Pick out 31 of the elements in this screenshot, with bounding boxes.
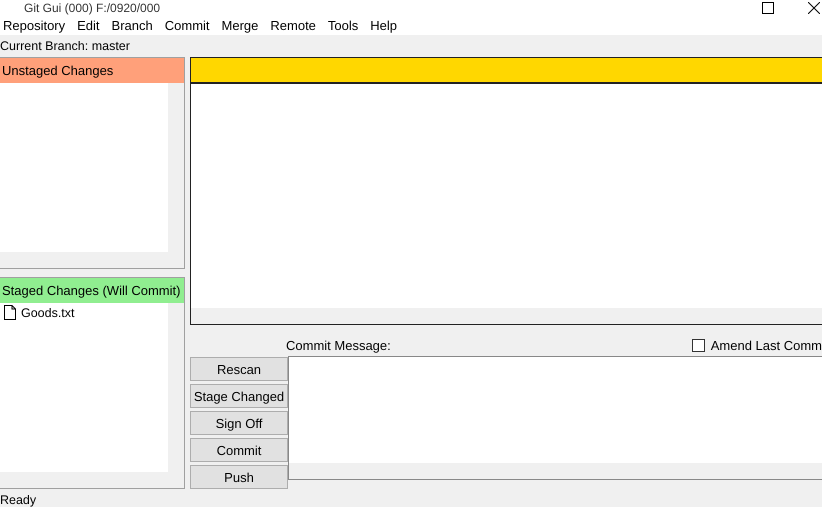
menu-item[interactable]: Help	[370, 18, 398, 32]
close-icon[interactable]	[808, 2, 820, 14]
menu-item[interactable]: Edit	[77, 18, 100, 32]
action-button[interactable]: Commit	[190, 438, 288, 462]
action-button[interactable]: Push	[190, 465, 288, 489]
menu-item[interactable]: Merge	[222, 18, 258, 32]
staged-changes-header: Staged Changes (Will Commit)	[0, 278, 184, 303]
file-item[interactable]: Goods.txt	[21, 306, 74, 320]
horizontal-scrollbar[interactable]	[289, 463, 822, 479]
current-branch-label: Current Branch: master	[0, 38, 131, 55]
amend-last-commit-label[interactable]: Amend Last Comm	[710, 338, 822, 353]
horizontal-scrollbar[interactable]	[0, 252, 184, 268]
horizontal-scrollbar[interactable]	[191, 308, 822, 324]
vertical-scrollbar[interactable]	[168, 83, 184, 252]
menu-item[interactable]: Commit	[164, 18, 210, 32]
unstaged-changes-header: Unstaged Changes	[0, 58, 184, 83]
action-button[interactable]: Sign Off	[190, 411, 288, 435]
menu-item[interactable]: Branch	[112, 18, 153, 32]
amend-checkbox[interactable]	[692, 339, 705, 352]
commit-message-label: Commit Message:	[286, 338, 391, 353]
file-icon	[4, 305, 16, 320]
menu-item[interactable]: Tools	[328, 18, 358, 32]
action-button[interactable]: Stage Changed	[190, 384, 288, 408]
menu-item[interactable]: Repository	[3, 18, 66, 32]
vertical-scrollbar[interactable]	[168, 303, 184, 472]
horizontal-scrollbar[interactable]	[0, 472, 184, 488]
menu-item[interactable]: Remote	[270, 18, 316, 32]
commit-message-field[interactable]	[288, 356, 822, 480]
action-button[interactable]: Rescan	[190, 357, 288, 381]
window-title: Git Gui (000) F:/0920/000	[24, 0, 162, 14]
maximize-icon[interactable]	[762, 2, 774, 14]
